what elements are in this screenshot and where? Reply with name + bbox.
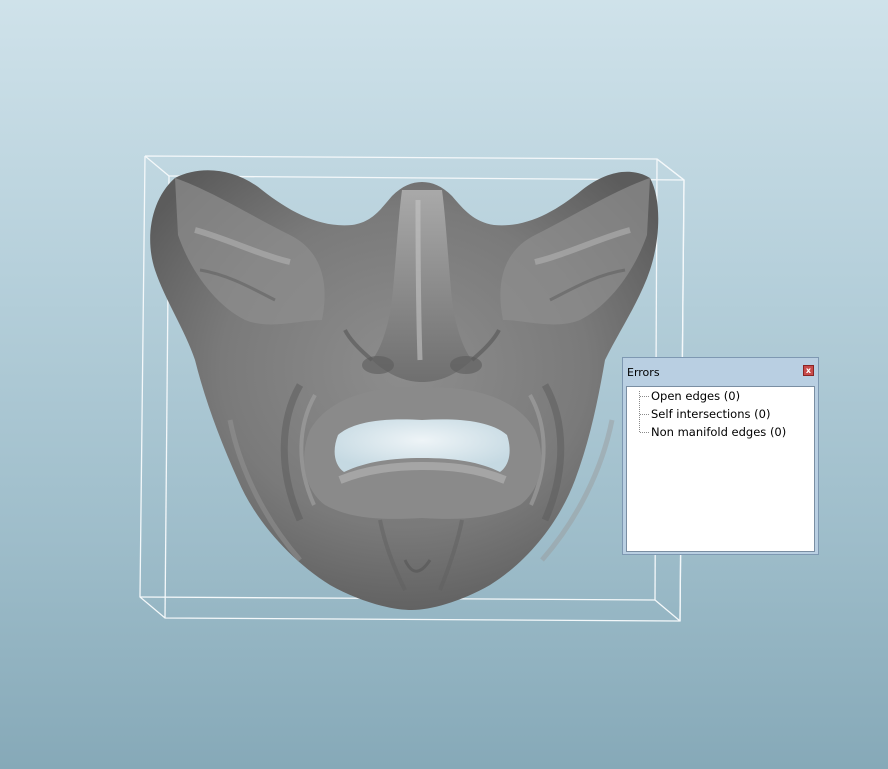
mask-model[interactable] bbox=[150, 170, 659, 610]
tree-item-label: Open edges (0) bbox=[651, 389, 741, 403]
close-icon[interactable]: x bbox=[803, 365, 814, 376]
errors-panel: Errors x Open edges (0) Self intersectio… bbox=[622, 357, 819, 555]
tree-item-label: Self intersections (0) bbox=[651, 407, 771, 421]
3d-viewport[interactable]: Errors x Open edges (0) Self intersectio… bbox=[0, 0, 888, 769]
errors-titlebar[interactable]: Errors x bbox=[623, 358, 818, 385]
tree-item-label: Non manifold edges (0) bbox=[651, 425, 787, 439]
tree-item-open-edges[interactable]: Open edges (0) bbox=[627, 387, 814, 405]
tree-item-non-manifold-edges[interactable]: Non manifold edges (0) bbox=[627, 423, 814, 441]
tree-item-self-intersections[interactable]: Self intersections (0) bbox=[627, 405, 814, 423]
errors-tree: Open edges (0) Self intersections (0) No… bbox=[626, 386, 815, 552]
errors-panel-title: Errors bbox=[627, 366, 660, 379]
tree-branch bbox=[640, 432, 649, 433]
tree-branch bbox=[640, 414, 649, 415]
tree-branch bbox=[640, 396, 649, 397]
